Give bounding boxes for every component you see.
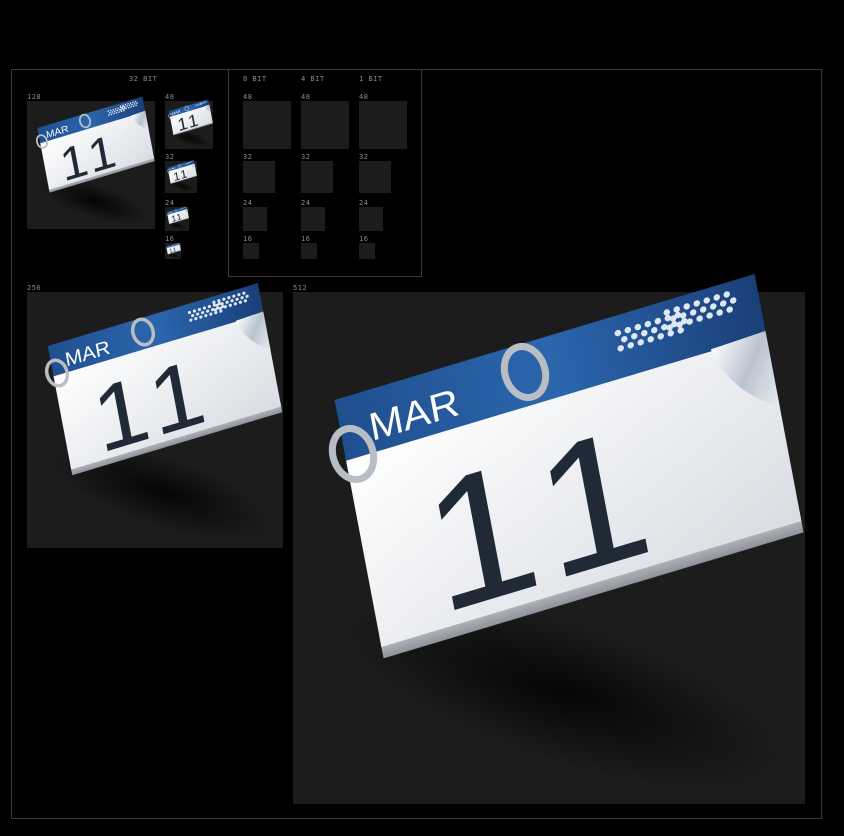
size-label-16: 16 <box>301 235 311 243</box>
size-label-16: 16 <box>359 235 369 243</box>
size-label-48: 48 <box>165 93 175 101</box>
header-32bit: 32 BIT <box>129 75 158 83</box>
tile-4bit-48 <box>301 101 349 149</box>
size-label-256: 256 <box>27 284 42 292</box>
tile-1bit-24 <box>359 207 383 231</box>
size-label-32: 32 <box>301 153 311 161</box>
tile-1bit-32 <box>359 161 391 193</box>
size-label-16: 16 <box>165 235 175 243</box>
calendar-icon: MAR 11 <box>35 96 155 226</box>
size-label-48: 48 <box>359 93 369 101</box>
calendar-icon: MAR 11 <box>166 242 181 259</box>
size-label-24: 24 <box>243 199 253 207</box>
size-label-128: 128 <box>27 93 42 101</box>
calendar-icon: MAR 11 <box>167 159 197 193</box>
calendar-icon: MAR 11 <box>166 206 189 231</box>
calendar-icon: MAR 11 <box>168 99 213 148</box>
size-label-48: 48 <box>301 93 311 101</box>
calendar-icon: MAR 11 <box>44 283 283 541</box>
tile-4bit-24 <box>301 207 325 231</box>
size-label-32: 32 <box>243 153 253 161</box>
header-8bit: 8 BIT <box>243 75 267 83</box>
tile-8bit-16 <box>243 243 259 259</box>
tile-8bit-48 <box>243 101 291 149</box>
tile-4bit-32 <box>301 161 333 193</box>
size-label-32: 32 <box>359 153 369 161</box>
calendar-icon: MAR 11 <box>328 274 804 790</box>
header-4bit: 4 BIT <box>301 75 325 83</box>
tile-8bit-24 <box>243 207 267 231</box>
tile-4bit-16 <box>301 243 317 259</box>
tile-1bit-16 <box>359 243 375 259</box>
size-label-24: 24 <box>165 199 175 207</box>
tile-1bit-48 <box>359 101 407 149</box>
size-label-16: 16 <box>243 235 253 243</box>
size-label-24: 24 <box>301 199 311 207</box>
tile-8bit-32 <box>243 161 275 193</box>
size-label-512: 512 <box>293 284 308 292</box>
header-1bit: 1 BIT <box>359 75 383 83</box>
size-label-48: 48 <box>243 93 253 101</box>
size-label-24: 24 <box>359 199 369 207</box>
size-label-32: 32 <box>165 153 175 161</box>
